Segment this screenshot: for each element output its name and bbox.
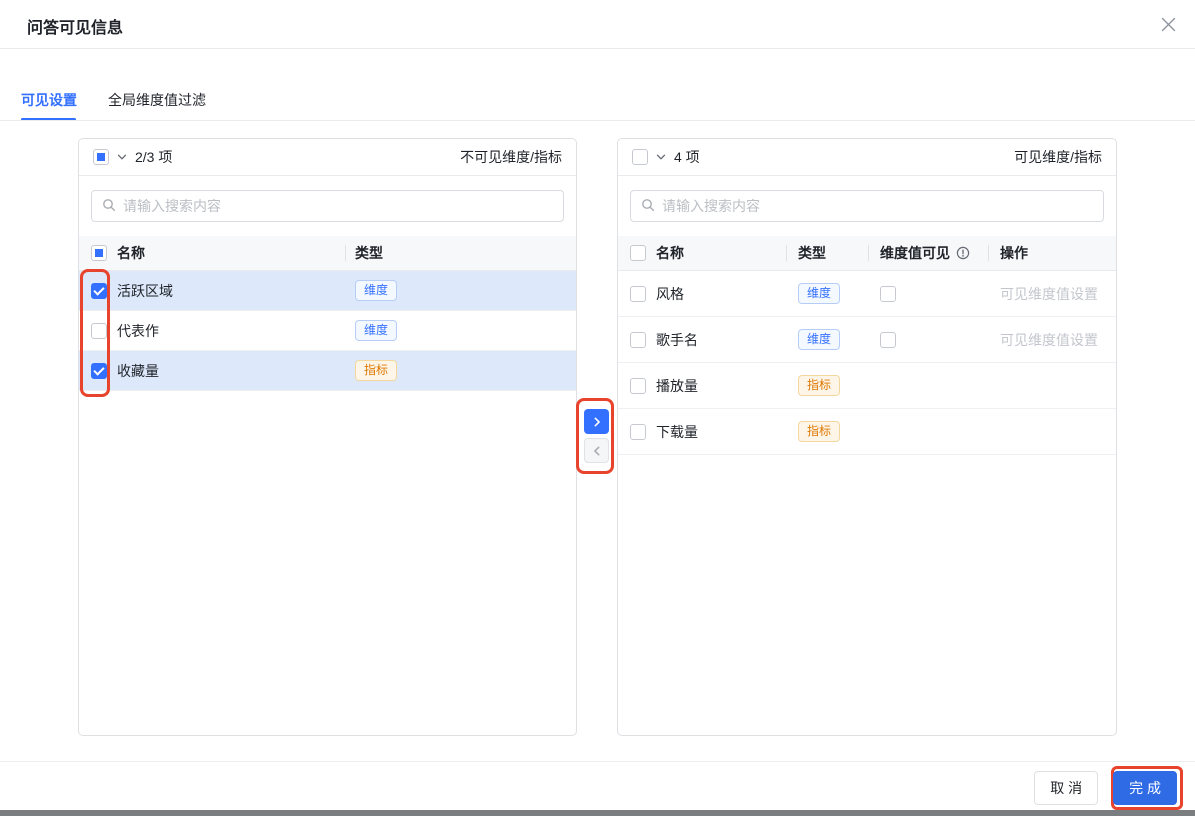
- left-select-all-checkbox[interactable]: [93, 149, 109, 165]
- right-selected-count: 4 项: [674, 147, 700, 167]
- dim-visible-label: 维度值可见: [880, 243, 950, 263]
- close-icon[interactable]: [1157, 13, 1179, 35]
- row-checkbox[interactable]: [91, 363, 107, 379]
- right-table-header: 名称 类型 维度值可见 操作: [618, 236, 1116, 271]
- row-name: 风格: [656, 284, 798, 304]
- left-search-box: [91, 190, 564, 222]
- left-selected-count: 2/3 项: [135, 147, 172, 167]
- dialog-header: 问答可见信息: [0, 0, 1195, 49]
- right-search-input[interactable]: [662, 198, 1093, 214]
- right-search-box: [630, 190, 1104, 222]
- table-row[interactable]: 歌手名 维度 可见维度值设置: [618, 317, 1116, 363]
- page-title: 问答可见信息: [27, 14, 123, 38]
- left-column-name: 名称: [117, 243, 355, 263]
- table-row[interactable]: 下载量 指标: [618, 409, 1116, 455]
- tabs-divider: [0, 120, 1195, 121]
- type-tag: 维度: [355, 320, 397, 341]
- info-icon[interactable]: [956, 246, 970, 260]
- left-panel-header: 2/3 项 不可见维度/指标: [79, 139, 576, 176]
- row-name: 下载量: [656, 422, 798, 442]
- right-column-action: 操作: [1000, 243, 1104, 263]
- visible-dim-values-link[interactable]: 可见维度值设置: [1000, 332, 1098, 348]
- row-name: 代表作: [117, 321, 355, 341]
- row-name: 活跃区域: [117, 281, 355, 301]
- right-table-body: 风格 维度 可见维度值设置 歌手名 维度 可见维度值设置 播放量 指标 下载量 …: [618, 271, 1116, 455]
- visible-dim-values-link[interactable]: 可见维度值设置: [1000, 286, 1098, 302]
- move-left-button[interactable]: [584, 438, 609, 463]
- row-checkbox[interactable]: [630, 286, 646, 302]
- right-panel-header: 4 项 可见维度/指标: [618, 139, 1116, 176]
- cancel-button[interactable]: 取 消: [1034, 771, 1098, 805]
- right-select-all-checkbox[interactable]: [632, 149, 648, 165]
- table-row[interactable]: 活跃区域 维度: [79, 271, 576, 311]
- dim-value-checkbox[interactable]: [880, 332, 896, 348]
- type-tag: 维度: [355, 280, 397, 301]
- table-row[interactable]: 风格 维度 可见维度值设置: [618, 271, 1116, 317]
- right-panel-title: 可见维度/指标: [1014, 147, 1102, 167]
- window-bottom-edge: [0, 810, 1195, 816]
- left-table-body: 活跃区域 维度 代表作 维度 收藏量 指标: [79, 271, 576, 391]
- type-tag: 维度: [798, 329, 840, 350]
- row-checkbox[interactable]: [630, 378, 646, 394]
- left-table-select-all-checkbox[interactable]: [91, 245, 107, 261]
- type-tag: 指标: [798, 375, 840, 396]
- confirm-button[interactable]: 完 成: [1113, 771, 1177, 805]
- row-name: 收藏量: [117, 361, 355, 381]
- left-column-type: 类型: [355, 243, 564, 263]
- right-column-dim-visible: 维度值可见: [880, 243, 1000, 263]
- row-name: 歌手名: [656, 330, 798, 350]
- dim-value-checkbox[interactable]: [880, 286, 896, 302]
- left-table-header: 名称 类型: [79, 236, 576, 271]
- search-icon: [641, 198, 655, 215]
- left-search-input[interactable]: [123, 198, 553, 214]
- tab-visible-settings[interactable]: 可见设置: [21, 88, 77, 112]
- type-tag: 指标: [798, 421, 840, 442]
- row-checkbox[interactable]: [630, 424, 646, 440]
- type-tag: 指标: [355, 360, 397, 381]
- tab-global-dimension-filter[interactable]: 全局维度值过滤: [108, 88, 206, 112]
- search-icon: [102, 198, 116, 215]
- table-row[interactable]: 收藏量 指标: [79, 351, 576, 391]
- row-checkbox[interactable]: [91, 323, 107, 339]
- left-panel-title: 不可见维度/指标: [460, 147, 562, 167]
- footer-divider: [0, 761, 1195, 762]
- right-table-select-all-checkbox[interactable]: [630, 245, 646, 261]
- chevron-down-icon[interactable]: [655, 151, 667, 163]
- invisible-items-panel: 2/3 项 不可见维度/指标 名称 类型 活跃区域 维度 代表作 维度 收藏量 …: [78, 138, 577, 736]
- row-checkbox[interactable]: [91, 283, 107, 299]
- table-row[interactable]: 播放量 指标: [618, 363, 1116, 409]
- chevron-down-icon[interactable]: [116, 151, 128, 163]
- row-name: 播放量: [656, 376, 798, 396]
- dialog-footer: 取 消 完 成: [0, 771, 1177, 805]
- move-right-button[interactable]: [584, 409, 609, 434]
- table-row[interactable]: 代表作 维度: [79, 311, 576, 351]
- tab-bar: 可见设置 全局维度值过滤: [0, 82, 1195, 121]
- visible-items-panel: 4 项 可见维度/指标 名称 类型 维度值可见 操作 风格 维度 可见维度值设置…: [617, 138, 1117, 736]
- right-column-name: 名称: [656, 243, 798, 263]
- row-checkbox[interactable]: [630, 332, 646, 348]
- type-tag: 维度: [798, 283, 840, 304]
